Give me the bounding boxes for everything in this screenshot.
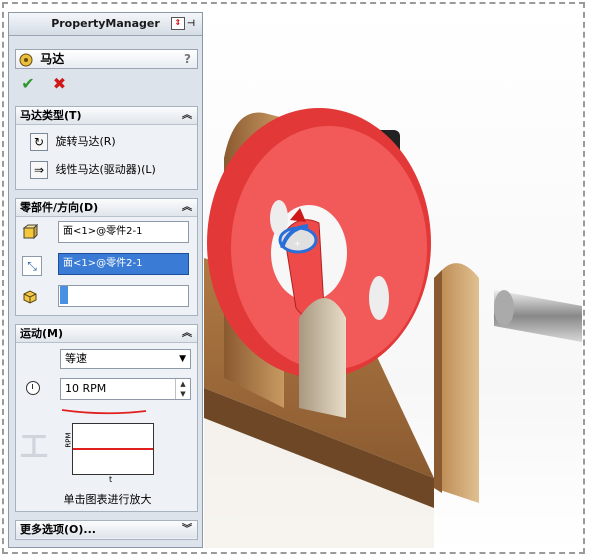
pushpin-icon[interactable]: ⊣	[187, 19, 195, 29]
center-post	[299, 298, 346, 418]
motion-type-select[interactable]: 等速 ▼	[60, 349, 191, 369]
graph-x-label: t	[109, 475, 113, 484]
graph-y-label: RPM	[64, 432, 73, 448]
component-direction-group: 零部件/方向(D) ︽ 面<1>@零件2-1 ⤡ 面<1>@零件2-1	[15, 198, 198, 316]
motor-location-field[interactable]: 面<1>@零件2-1	[58, 221, 189, 243]
linear-motor-icon: ⇒	[30, 161, 48, 179]
cancel-button[interactable]: ✖	[51, 75, 69, 93]
collapse-chevron-icon[interactable]: ︽	[182, 325, 192, 342]
model-render: +	[204, 108, 582, 548]
speed-input[interactable]: 10 RPM ▲ ▼	[60, 378, 191, 400]
watermark: 工	[20, 430, 55, 463]
collapse-chevron-icon[interactable]: ︽	[182, 107, 192, 124]
rotary-motor-label: 旋转马达(R)	[55, 135, 116, 148]
feature-header: 马达 ?	[15, 49, 198, 69]
more-options-header-label: 更多选项(O)...	[20, 523, 96, 536]
linear-motor-label: 线性马达(驱动器)(L)	[55, 163, 156, 176]
property-manager-title-bar: PropertyManager ⇕ ⊣	[9, 13, 202, 36]
property-manager-title: PropertyManager	[51, 17, 160, 30]
motion-type-value: 等速	[65, 352, 87, 365]
component-row	[22, 285, 197, 309]
speed-value: 10 RPM	[65, 382, 107, 395]
ok-cancel-row: ✔ ✖	[19, 75, 79, 95]
linear-motor-option[interactable]: ⇒ 线性马达(驱动器)(L)	[30, 159, 156, 181]
red-annotation-underline	[61, 409, 147, 415]
more-options-header[interactable]: 更多选项(O)... ︾	[16, 521, 197, 538]
origin-marker: +	[294, 239, 301, 248]
component-direction-header-label: 零部件/方向(D)	[20, 201, 99, 214]
component-to-move-field[interactable]	[58, 285, 189, 307]
right-upright-edge	[434, 270, 442, 493]
constant-speed-trace	[73, 448, 153, 450]
motor-type-header[interactable]: 马达类型(T) ︽	[16, 107, 197, 125]
help-icon[interactable]: ?	[184, 50, 191, 68]
spinner-arrows-icon[interactable]: ▲ ▼	[175, 379, 190, 399]
selection-bar	[60, 286, 68, 304]
expand-chevron-icon[interactable]: ︾	[182, 521, 192, 538]
motor-type-group: 马达类型(T) ︽ ↻ 旋转马达(R) ⇒ 线性马达(驱动器)(L)	[15, 106, 198, 190]
reverse-direction-icon[interactable]: ⤡	[22, 256, 42, 276]
component-icon	[22, 288, 40, 306]
motion-header[interactable]: 运动(M) ︽	[16, 325, 197, 343]
feature-title: 马达	[40, 52, 65, 66]
expand-icon[interactable]: ⇕	[170, 17, 185, 30]
location-row: 面<1>@零件2-1	[22, 221, 197, 245]
motor-icon	[19, 53, 33, 66]
graph-caption: 单击图表进行放大	[63, 493, 152, 506]
graphics-viewport[interactable]: +	[204, 8, 582, 550]
motion-group: 运动(M) ︽ 工 等速 ▼ 10 RPM ▲ ▼ RPM t 单击图表进行放大	[15, 324, 198, 512]
more-options-group: 更多选项(O)... ︾	[15, 520, 198, 540]
rotary-motor-option[interactable]: ↻ 旋转马达(R)	[30, 131, 116, 153]
direction-row: ⤡ 面<1>@零件2-1	[22, 253, 197, 277]
front-shaft-end	[494, 290, 514, 326]
motion-profile-graph[interactable]: RPM t	[65, 423, 154, 484]
motor-type-header-label: 马达类型(T)	[20, 109, 82, 122]
component-direction-header[interactable]: 零部件/方向(D) ︽	[16, 199, 197, 217]
motion-header-label: 运动(M)	[20, 327, 64, 340]
flywheel-hole-right	[369, 276, 389, 320]
ok-button[interactable]: ✔	[19, 75, 37, 93]
collapse-chevron-icon[interactable]: ︽	[182, 199, 192, 216]
pin-controls[interactable]: ⇕ ⊣	[168, 17, 198, 30]
dropdown-arrow-icon[interactable]: ▼	[179, 350, 186, 368]
speed-clock-icon	[26, 381, 40, 395]
face-selection-icon	[22, 224, 40, 242]
rotary-motor-icon: ↻	[30, 133, 48, 151]
motor-direction-field[interactable]: 面<1>@零件2-1	[58, 253, 189, 275]
property-manager-panel: PropertyManager ⇕ ⊣ 马达 ? ✔ ✖ 马达类型(T) ︽ ↻ …	[8, 12, 203, 548]
